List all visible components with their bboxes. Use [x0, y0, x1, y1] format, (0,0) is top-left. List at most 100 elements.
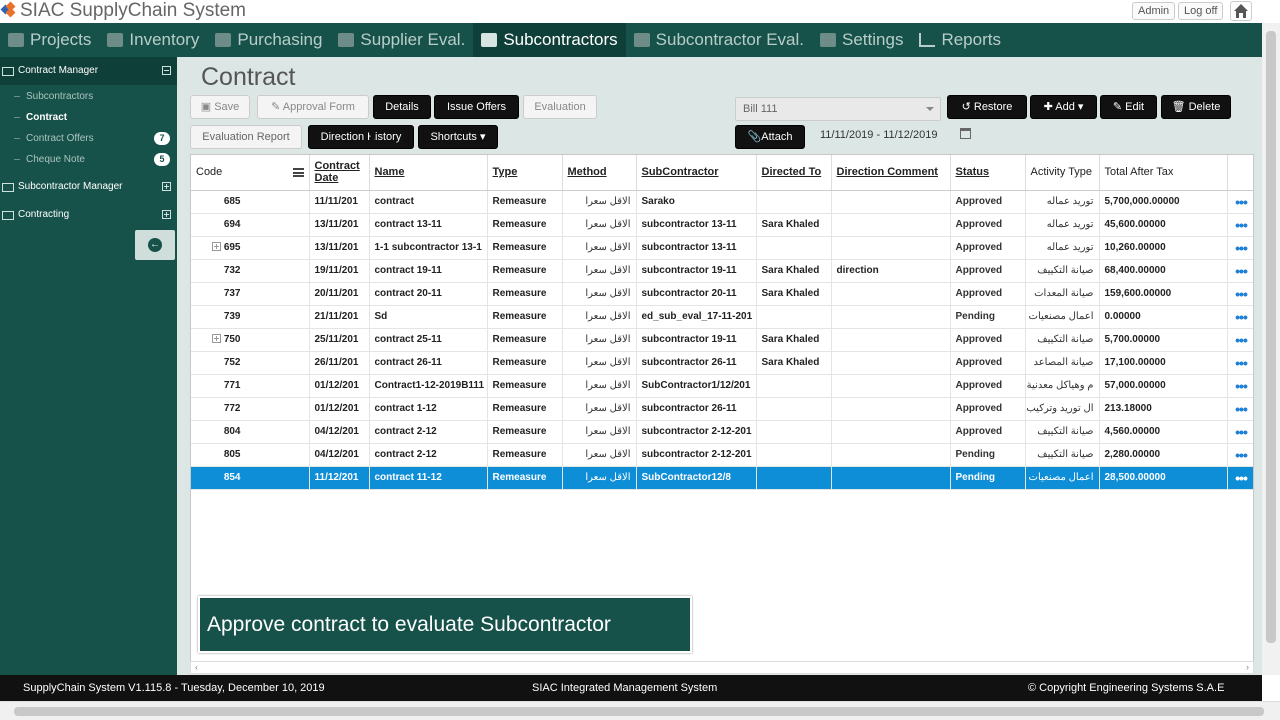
sidebar-collapse-button[interactable]: ← — [135, 230, 175, 260]
nav-subcontractors[interactable]: Subcontractors — [473, 23, 626, 57]
attach-button[interactable]: 📎Attach — [735, 125, 805, 149]
table-row[interactable]: 685 11/11/201 contract Remeasure الاقل سعرا S… — [191, 190, 1253, 214]
table-row[interactable]: 854 11/12/201 contract 11-12 Remeasure الاقل… — [191, 466, 1253, 490]
cell-method: الاقل سعرا — [562, 305, 637, 329]
issue-offers-button[interactable]: Issue Offers — [434, 95, 519, 119]
column-header-name[interactable]: Name — [369, 155, 488, 191]
more-options-icon[interactable]: ••• — [1227, 374, 1253, 398]
cell-direction-comment — [831, 420, 951, 444]
table-row[interactable]: 732 19/11/201 contract 19-11 Remeasure الاقل… — [191, 259, 1253, 283]
calendar-icon[interactable] — [960, 128, 971, 139]
scroll-right-icon[interactable]: › — [1246, 662, 1249, 672]
horizontal-scrollbar[interactable]: ‹ › — [190, 661, 1254, 674]
cell-subcontractor: SubContractor12/8 — [636, 466, 757, 490]
save-button[interactable]: ▣ Save — [190, 95, 250, 119]
table-row[interactable]: 750 25/11/201 contract 25-11 Remeasure الاقل… — [191, 328, 1253, 352]
nav-settings[interactable]: Settings — [812, 23, 911, 57]
cell-method: الاقل سعرا — [562, 466, 637, 490]
more-options-icon[interactable]: ••• — [1227, 259, 1253, 283]
approval-form-button[interactable]: ✎ Approval Form — [257, 95, 369, 119]
cell-activity-type: صيانة التكييف — [1025, 420, 1100, 444]
expand-row-icon[interactable] — [212, 333, 221, 343]
expand-icon[interactable] — [162, 182, 171, 191]
nav-supplier-eval[interactable]: Supplier Eval. — [330, 23, 473, 57]
table-row[interactable]: 739 21/11/201 Sd Remeasure الاقل سعرا ed_sub_… — [191, 305, 1253, 329]
column-header-activity-type[interactable]: Activity Type — [1025, 155, 1100, 191]
table-row[interactable]: 772 01/12/201 contract 1-12 Remeasure الاقل … — [191, 397, 1253, 421]
table-row[interactable]: 737 20/11/201 contract 20-11 Remeasure الاقل… — [191, 282, 1253, 306]
cell-directed-to: Sara Khaled — [756, 351, 832, 375]
count-badge: 5 — [154, 153, 170, 166]
details-button[interactable]: Details — [373, 95, 431, 119]
column-header-subcontractor[interactable]: SubContractor — [636, 155, 757, 191]
more-options-icon[interactable]: ••• — [1227, 213, 1253, 237]
nav-subcontractor-eval[interactable]: Subcontractor Eval. — [626, 23, 812, 57]
expand-row-icon[interactable] — [212, 241, 221, 251]
column-header-directed-to[interactable]: Directed To — [756, 155, 832, 191]
table-row[interactable]: 771 01/12/201 Contract1-12-2019B111 Remeasu… — [191, 374, 1253, 398]
chart-icon — [919, 33, 936, 47]
evaluation-report-button[interactable]: Evaluation Report — [190, 125, 302, 149]
scroll-left-icon[interactable]: ‹ — [195, 662, 198, 672]
scrollbar-thumb[interactable] — [14, 707, 1264, 716]
sidebar-item-cheque-note[interactable]: Cheque Note 5 — [0, 149, 177, 170]
delete-button[interactable]: 🗑 Delete — [1161, 95, 1231, 119]
admin-button[interactable]: Admin — [1132, 2, 1176, 20]
column-header-contract-date[interactable]: Contract Date — [309, 155, 370, 191]
vertical-scrollbar[interactable] — [1262, 23, 1280, 675]
restore-button[interactable]: ↺ Restore — [947, 95, 1027, 119]
more-options-icon[interactable]: ••• — [1227, 328, 1253, 352]
expand-icon[interactable] — [162, 210, 171, 219]
sidebar-contracting[interactable]: Contracting — [0, 201, 177, 229]
menu-icon[interactable] — [292, 168, 304, 178]
table-row[interactable]: 805 04/12/201 contract 2-12 Remeasure الاقل … — [191, 443, 1253, 467]
column-header-type[interactable]: Type — [487, 155, 563, 191]
sidebar-subcontractor-manager[interactable]: Subcontractor Manager — [0, 173, 177, 201]
sidebar-item-subcontractors[interactable]: Subcontractors — [0, 86, 177, 107]
nav-projects[interactable]: Projects — [0, 23, 99, 57]
more-options-icon[interactable]: ••• — [1227, 443, 1253, 467]
more-options-icon[interactable]: ••• — [1227, 282, 1253, 306]
list-icon — [2, 183, 14, 192]
scrollbar-thumb[interactable] — [1266, 31, 1276, 643]
table-row[interactable]: 695 13/11/201 1-1 subcontractor 13-1 Remeas… — [191, 236, 1253, 260]
add-button[interactable]: ✚ Add ▾ — [1030, 95, 1097, 119]
date-range-input[interactable]: 11/11/2019 - 11/12/2019 — [814, 123, 974, 147]
evaluation-button[interactable]: Evaluation — [523, 95, 597, 119]
column-header-total-after-tax[interactable]: Total After Tax — [1099, 155, 1228, 191]
more-options-icon[interactable]: ••• — [1227, 236, 1253, 260]
nav-purchasing[interactable]: Purchasing — [207, 23, 330, 57]
shortcuts-button[interactable]: Shortcuts ▾ — [418, 125, 498, 149]
cell-total-after-tax: 10,260.00000 — [1099, 236, 1228, 260]
table-row[interactable]: 804 04/12/201 contract 2-12 Remeasure الاقل … — [191, 420, 1253, 444]
page-horizontal-scrollbar[interactable] — [0, 701, 1280, 720]
table-row[interactable]: 752 26/11/201 contract 26-11 Remeasure الاقل… — [191, 351, 1253, 375]
cell-direction-comment — [831, 236, 951, 260]
more-options-icon[interactable]: ••• — [1227, 351, 1253, 375]
column-header-code[interactable]: Code — [191, 155, 310, 191]
sidebar-item-contract[interactable]: Contract — [0, 107, 177, 128]
direction-history-button[interactable]: Direction History — [308, 125, 414, 149]
collapse-icon[interactable] — [162, 66, 171, 75]
delete-label: Delete — [1188, 101, 1221, 113]
more-options-icon[interactable]: ••• — [1227, 397, 1253, 421]
cell-type: Remeasure — [487, 466, 563, 490]
nav-reports[interactable]: Reports — [911, 23, 1009, 57]
nav-inventory[interactable]: Inventory — [99, 23, 207, 57]
sidebar-item-contract-offers[interactable]: Contract Offers 7 — [0, 128, 177, 149]
logoff-button[interactable]: Log off — [1178, 2, 1224, 20]
edit-button[interactable]: ✎ Edit — [1100, 95, 1157, 119]
cell-direction-comment — [831, 282, 951, 306]
column-header-method[interactable]: Method — [562, 155, 637, 191]
column-header-direction-comment[interactable]: Direction Comment — [831, 155, 951, 191]
table-row[interactable]: 694 13/11/201 contract 13-11 Remeasure الاقل… — [191, 213, 1253, 237]
more-options-icon[interactable]: ••• — [1227, 466, 1253, 490]
more-options-icon[interactable]: ••• — [1227, 190, 1253, 214]
more-options-icon[interactable]: ••• — [1227, 305, 1253, 329]
column-header-status[interactable]: Status — [950, 155, 1026, 191]
home-button[interactable] — [1230, 1, 1252, 21]
bill-select[interactable]: Bill 111 — [735, 97, 941, 121]
more-options-icon[interactable]: ••• — [1227, 420, 1253, 444]
sidebar-contract-manager[interactable]: Contract Manager — [0, 57, 177, 85]
main-content: Contract ▣ Save ✎ Approval Form Details … — [177, 57, 1262, 675]
